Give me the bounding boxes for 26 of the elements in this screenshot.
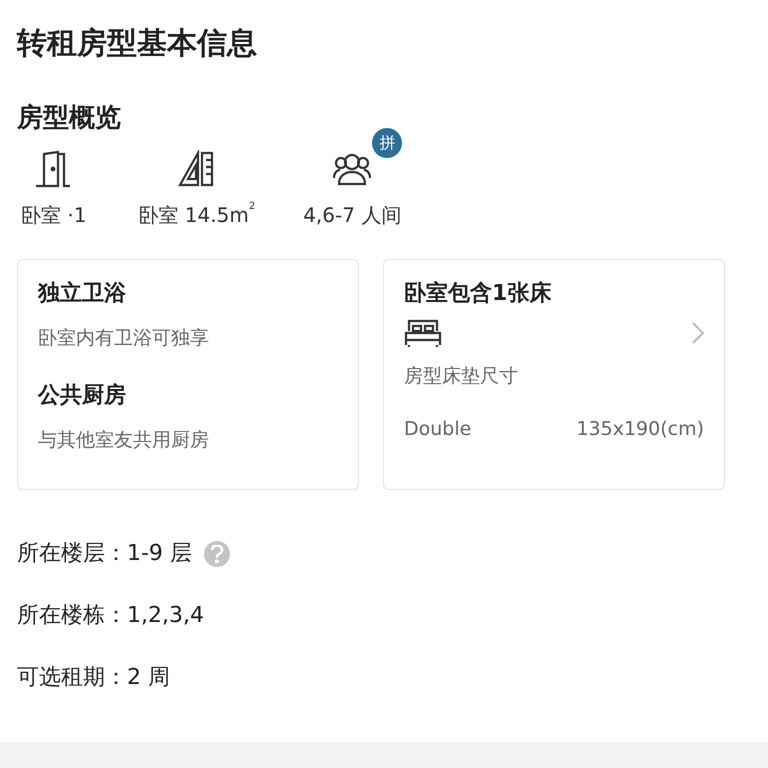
help-icon[interactable]	[204, 541, 230, 567]
bed-card[interactable]: 卧室包含1张床 房型床垫尺寸 Double 135x190(cm)	[383, 259, 725, 490]
detail-value: 1-9 层	[127, 540, 192, 568]
section-heading: 房型概览	[17, 102, 122, 135]
overview-label: 卧室 14.5m$^{2}$	[138, 202, 256, 229]
chevron-right-icon	[692, 322, 704, 344]
shared-badge: 拼	[372, 128, 402, 158]
ruler-icon	[178, 150, 216, 188]
bed-size: 135x190(cm)	[576, 418, 704, 440]
detail-label: 可选租期：	[17, 664, 127, 692]
page-title: 转租房型基本信息	[17, 25, 258, 63]
facility-title: 公共厨房	[38, 382, 127, 410]
detail-value: 2 周	[127, 664, 170, 692]
detail-label: 所在楼层：	[17, 540, 127, 568]
bed-type: Double	[404, 418, 472, 440]
facility-description: 卧室内有卫浴可独享	[38, 326, 210, 351]
bed-title: 卧室包含1张床	[404, 280, 552, 308]
people-icon	[332, 152, 372, 186]
detail-label: 所在楼栋：	[17, 602, 127, 630]
detail-value: 1,2,3,4	[127, 602, 204, 630]
facility-title: 独立卫浴	[38, 280, 127, 308]
facility-description: 与其他室友共用厨房	[38, 428, 210, 453]
mattress-size-label: 房型床垫尺寸	[404, 364, 519, 389]
bed-icon	[404, 318, 442, 348]
overview-label: 卧室 ·1	[21, 202, 86, 229]
overview-label: 4,6-7 人间	[303, 202, 402, 229]
